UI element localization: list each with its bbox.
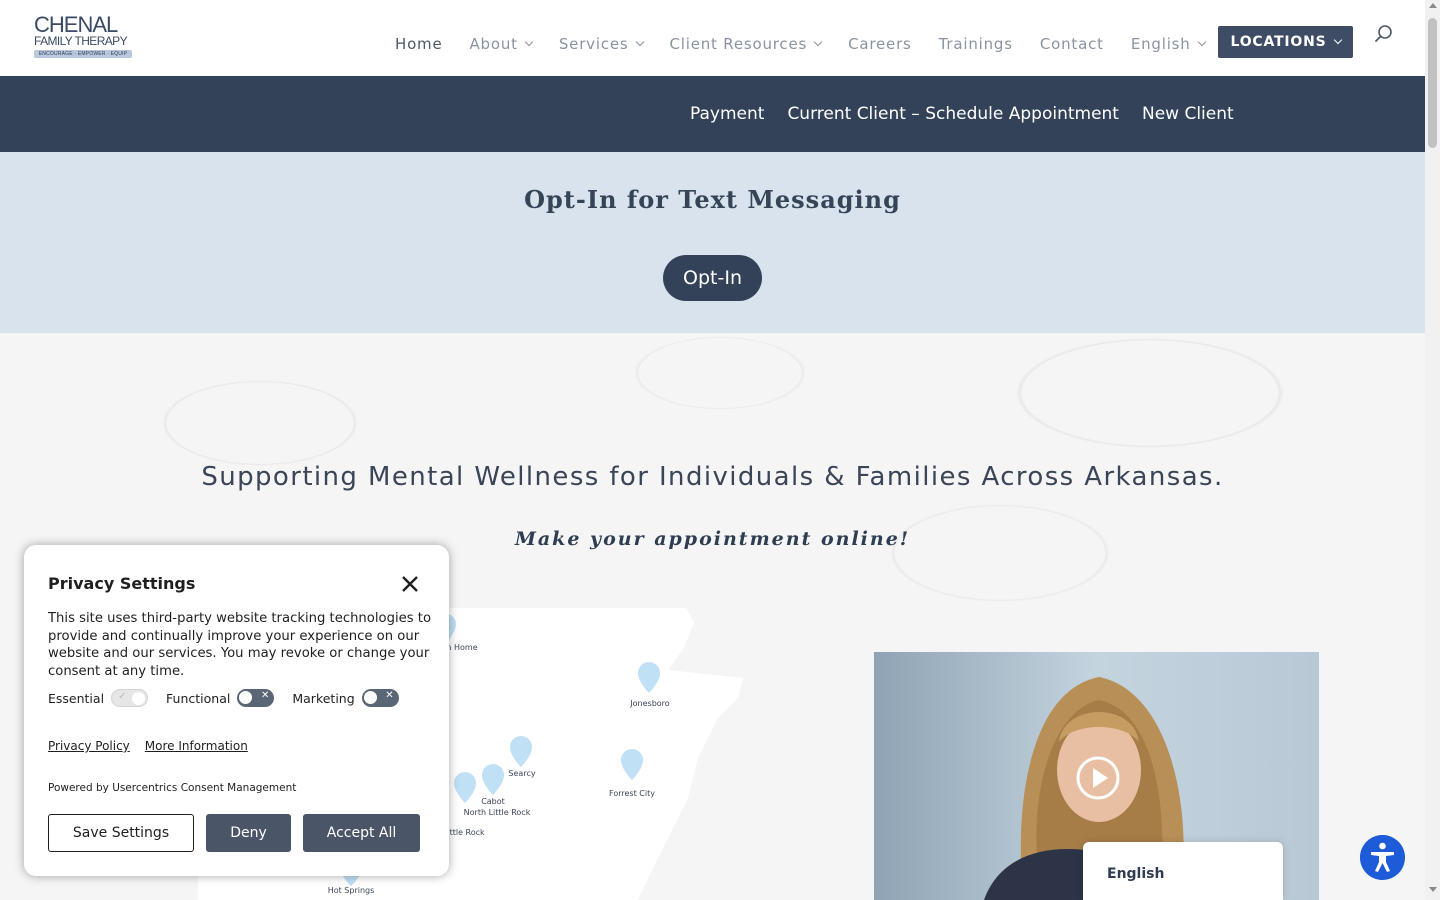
nav-trainings[interactable]: Trainings [939,35,1013,53]
powered-by-text: Powered by Usercentrics Consent Manageme… [48,782,297,794]
toggle-functional-group: Functional ✕ [166,689,275,707]
search-icon[interactable] [1374,24,1394,44]
toggle-marketing[interactable]: ✕ [361,689,399,707]
nav-careers-label: Careers [848,35,912,53]
consent-toggles: Essential ✓ Functional ✕ Marketing ✕ [48,689,417,707]
chevron-down-icon [813,37,823,47]
deny-button[interactable]: Deny [206,814,291,852]
accept-all-button[interactable]: Accept All [303,814,420,852]
logo-line1: CHENAL [34,12,118,37]
scrollbar-thumb[interactable] [1428,18,1437,148]
privacy-links: Privacy Policy More Information [48,739,263,753]
nav-client-resources[interactable]: Client Resources [669,35,823,53]
privacy-policy-link[interactable]: Privacy Policy [48,739,130,753]
optin-button[interactable]: Opt-In [663,255,762,301]
chevron-down-icon [524,37,534,47]
toggle-essential-label: Essential [48,690,105,706]
optin-title: Opt-In for Text Messaging [524,185,901,214]
nav-services[interactable]: Services [558,35,644,53]
locations-label: LOCATIONS [1230,34,1327,50]
nav-language[interactable]: English [1130,35,1206,53]
toggle-marketing-label: Marketing [292,690,355,706]
nav-client-resources-label: Client Resources [669,35,808,53]
map-label-searcy: Searcy [508,769,536,778]
locations-button[interactable]: LOCATIONS [1218,26,1353,58]
play-icon[interactable] [1075,755,1121,801]
nav-about[interactable]: About [469,35,534,53]
more-information-link[interactable]: More Information [145,739,248,753]
nav-contact-label: Contact [1039,35,1104,53]
accessibility-icon[interactable] [1360,835,1405,880]
map-label-cabot: Cabot [481,797,505,806]
site-header: CHENAL FAMILY THERAPY ENCOURAGE · EMPOWE… [0,0,1425,76]
chevron-down-icon [1197,37,1206,47]
nav-contact[interactable]: Contact [1040,35,1104,53]
toggle-essential-group: Essential ✓ [48,689,149,707]
nav-services-label: Services [558,35,629,53]
map-label-little-rock: ittle Rock [447,828,485,837]
client-subnav: Payment Current Client – Schedule Appoin… [690,104,1257,124]
chevron-down-icon [635,37,644,47]
map-label-forrest-city: Forrest City [609,789,655,798]
privacy-body: This site uses third-party website track… [48,611,432,679]
subnav-payment[interactable]: Payment [690,104,764,124]
toggle-functional-label: Functional [166,690,231,706]
nav-home[interactable]: Home [395,35,443,53]
map-label-mountain-home: n Home [446,643,478,652]
subnav-schedule-appointment[interactable]: Current Client – Schedule Appointment [787,104,1119,124]
privacy-settings-dialog: Privacy Settings This site uses third-pa… [24,545,449,876]
logo-tagline: ENCOURAGE · EMPOWER · EQUIP [34,50,132,58]
map-label-hot-springs: Hot Springs [327,886,375,895]
close-icon[interactable] [400,574,420,594]
toggle-functional[interactable]: ✕ [237,689,275,707]
hero-title: Supporting Mental Wellness for Individua… [201,462,1224,492]
scroll-up-arrow-icon[interactable] [1429,3,1437,8]
toggle-essential: ✓ [111,689,149,707]
map-label-north-little-rock: North Little Rock [463,808,531,817]
save-settings-button[interactable]: Save Settings [48,814,194,852]
privacy-title: Privacy Settings [48,574,196,593]
nav-careers[interactable]: Careers [848,35,912,53]
nav-about-label: About [469,35,518,53]
language-dropdown-value: English [1107,866,1165,882]
logo-line2: FAMILY THERAPY [34,34,128,48]
nav-home-label: Home [395,35,443,53]
nav-language-label: English [1130,35,1191,53]
map-label-jonesboro: Jonesboro [630,699,670,708]
nav-trainings-label: Trainings [938,35,1013,53]
toggle-marketing-group: Marketing ✕ [292,689,399,707]
main-nav: Home About Services Client Resources Car… [395,33,1232,55]
optin-section [0,152,1425,333]
scroll-down-arrow-icon[interactable] [1429,887,1437,892]
chevron-down-icon [1333,35,1342,45]
logo[interactable]: CHENAL FAMILY THERAPY ENCOURAGE · EMPOWE… [34,14,132,60]
subnav-new-client[interactable]: New Client [1142,104,1234,124]
